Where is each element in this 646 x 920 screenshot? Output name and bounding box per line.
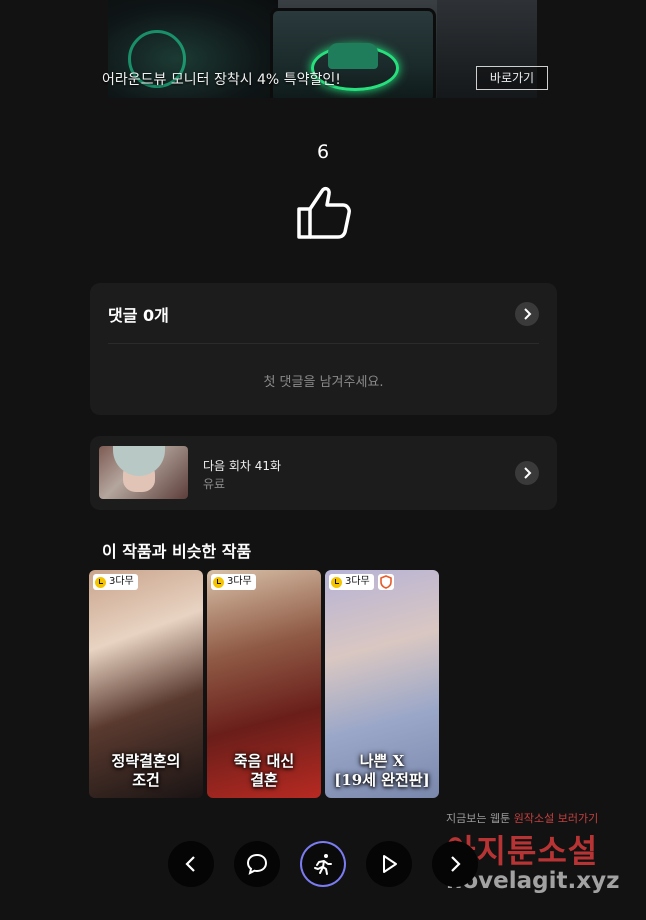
chevron-right-icon (451, 856, 461, 872)
next-episode-thumbnail (99, 446, 188, 499)
comments-title: 댓글 0개 (108, 306, 169, 325)
ad-cta-button[interactable]: 바로가기 (476, 66, 548, 90)
chevron-right-icon[interactable] (515, 461, 539, 485)
shield-icon (378, 574, 394, 590)
work-title: 정략결혼의 조건 (111, 752, 181, 789)
similar-work-card[interactable]: 3다무 정략결혼의 조건 (89, 570, 203, 798)
ad-text: 어라운드뷰 모니터 장착시 4% 특약할인! (102, 72, 341, 88)
divider (108, 343, 539, 344)
comments-card[interactable]: 댓글 0개 첫 댓글을 남겨주세요. (90, 283, 557, 415)
chevron-right-icon[interactable] (515, 302, 539, 326)
next-episode-status: 유료 (203, 477, 226, 491)
similar-works-title: 이 작품과 비슷한 작품 (102, 542, 252, 561)
similar-work-card[interactable]: 3다무 죽음 대신 결혼 (207, 570, 321, 798)
watermark-caption: 지금보는 웹툰 원작소설 보러가기 (446, 812, 599, 825)
play-button[interactable] (366, 841, 412, 887)
wait-free-badge: 3다무 (211, 574, 256, 590)
thumbs-up-icon[interactable] (295, 183, 353, 241)
clock-icon (95, 576, 106, 588)
play-icon (383, 855, 397, 873)
work-title: 죽음 대신 결혼 (233, 752, 295, 789)
next-episode-title: 다음 회차 41화 (203, 459, 282, 473)
auto-scroll-button[interactable] (300, 841, 346, 887)
similar-work-card[interactable]: 3다무 나쁜 X [19세 완전판] (325, 570, 439, 798)
clock-icon (213, 576, 224, 588)
running-person-icon (314, 854, 332, 875)
wait-free-badge: 3다무 (93, 574, 138, 590)
like-count: 6 (316, 141, 330, 163)
comment-button[interactable] (234, 841, 280, 887)
clock-icon (331, 576, 342, 588)
next-episode-card[interactable]: 다음 회차 41화 유료 (90, 436, 557, 510)
comments-empty-text: 첫 댓글을 남겨주세요. (263, 375, 384, 390)
previous-episode-button[interactable] (168, 841, 214, 887)
next-episode-button[interactable] (432, 841, 478, 887)
wait-free-badge: 3다무 (329, 574, 374, 590)
work-title: 나쁜 X [19세 완전판] (334, 752, 430, 789)
comment-icon (246, 853, 268, 875)
chevron-left-icon (185, 856, 195, 872)
